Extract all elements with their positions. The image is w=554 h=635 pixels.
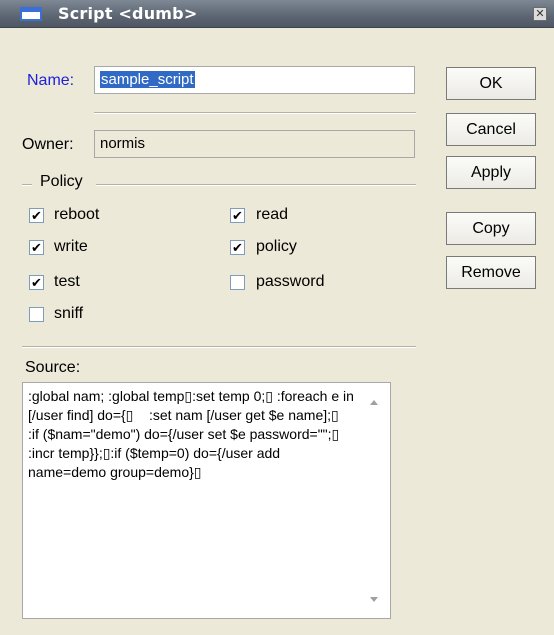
window-icon — [20, 7, 42, 21]
checkmark-icon: ✔ — [232, 240, 243, 255]
name-field[interactable]: sample_script — [94, 66, 415, 94]
policy-label-password: password — [256, 273, 325, 290]
policy-label-sniff: sniff — [54, 305, 84, 322]
checkmark-icon: ✔ — [232, 208, 243, 223]
ok-button[interactable]: OK — [446, 67, 536, 100]
remove-button[interactable]: Remove — [446, 256, 536, 289]
checkbox[interactable]: ✔ — [230, 240, 245, 255]
policy-group-line — [22, 184, 32, 186]
policy-label: Policy — [40, 173, 83, 190]
policy-label-policy: policy — [256, 238, 297, 255]
checkbox[interactable] — [230, 275, 245, 290]
owner-label: Owner: — [22, 136, 74, 153]
owner-value: normis — [100, 135, 146, 152]
checkbox[interactable]: ✔ — [29, 275, 44, 290]
separator — [94, 112, 416, 114]
checkmark-icon: ✔ — [31, 275, 42, 290]
name-value: sample_script — [100, 71, 195, 88]
source-textarea[interactable]: :global nam; :global temp▯:set temp 0;▯ … — [22, 382, 391, 619]
cancel-button[interactable]: Cancel — [446, 113, 536, 146]
scroll-down-icon[interactable] — [370, 597, 378, 602]
policy-label-test: test — [54, 273, 80, 290]
close-icon[interactable]: ✕ — [533, 7, 547, 21]
copy-button[interactable]: Copy — [446, 212, 536, 245]
policy-group-line — [96, 184, 416, 186]
title-bar[interactable]: Script <dumb> ✕ — [0, 0, 554, 28]
checkbox[interactable]: ✔ — [29, 240, 44, 255]
apply-button[interactable]: Apply — [446, 156, 536, 189]
scroll-up-icon[interactable] — [370, 400, 378, 405]
policy-label-read: read — [256, 206, 289, 223]
owner-field: normis — [94, 130, 415, 158]
policy-label-reboot: reboot — [54, 206, 100, 223]
source-text: :global nam; :global temp▯:set temp 0;▯ … — [28, 388, 371, 480]
window-title: Script <dumb> — [58, 4, 198, 23]
checkbox[interactable]: ✔ — [29, 208, 44, 223]
name-label: Name: — [27, 72, 75, 89]
source-label: Source: — [25, 359, 81, 376]
checkmark-icon: ✔ — [31, 240, 42, 255]
checkbox[interactable] — [29, 307, 44, 322]
separator — [22, 346, 416, 348]
policy-label-write: write — [54, 238, 88, 255]
checkbox[interactable]: ✔ — [230, 208, 245, 223]
checkmark-icon: ✔ — [31, 208, 42, 223]
